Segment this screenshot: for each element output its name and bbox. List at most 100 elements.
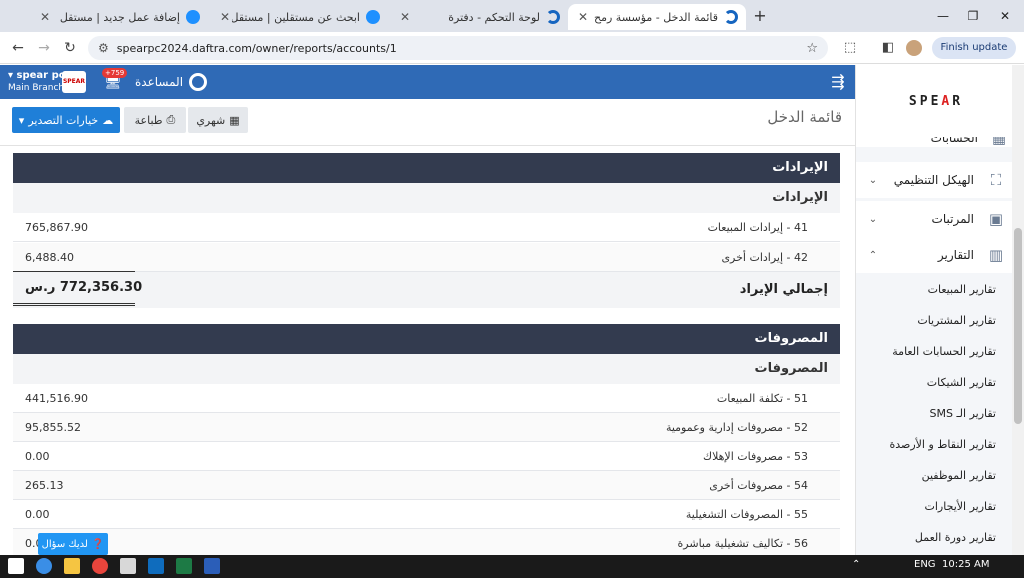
- browser-tab[interactable]: ابحث عن مستقلين | مستقل ✕: [210, 4, 388, 30]
- row-amount: 95,855.52: [25, 421, 81, 434]
- row-amount: 0.00: [25, 450, 50, 463]
- table-row[interactable]: 0.00 53 - مصروفات الإهلاك: [13, 442, 840, 471]
- table-row[interactable]: 0.00 56 - تكاليف تشغيلية مباشرة: [13, 529, 840, 558]
- ask-question-button[interactable]: ❓ لديك سؤال: [38, 533, 108, 555]
- app-icon[interactable]: [120, 558, 136, 574]
- profile-avatar[interactable]: [906, 40, 922, 56]
- sidebar-item-org-structure[interactable]: ⛶ الهيكل التنظيمي ⌄: [856, 162, 1016, 198]
- menu-toggle-icon[interactable]: ⇶: [821, 65, 855, 99]
- restore-icon[interactable]: ❐: [958, 6, 988, 26]
- new-tab-button[interactable]: +: [750, 6, 770, 26]
- export-label: خيارات التصدير: [28, 113, 99, 127]
- table-row[interactable]: 0.00 55 - المصروفات التشغيلية: [13, 500, 840, 529]
- help-button[interactable]: المساعدة: [135, 73, 208, 91]
- row-label[interactable]: 51 - تكلفة المبيعات: [717, 384, 808, 413]
- file-explorer-icon[interactable]: [64, 558, 80, 574]
- extensions-icon[interactable]: ⬚: [842, 40, 858, 56]
- sidebar-subitem-points-reports[interactable]: تقارير النقاط و الأرصدة: [856, 429, 1016, 460]
- row-label[interactable]: 54 - مصروفات أخرى: [709, 471, 808, 500]
- tray-arrow-icon[interactable]: ⌃: [852, 559, 860, 570]
- sidebar-item-reports[interactable]: ▥ التقارير ⌃: [856, 237, 1016, 273]
- row-label[interactable]: 41 - إيرادات المبيعات: [708, 213, 808, 242]
- app-header: ▾ spear pc Main Branch SPEAR 🖥 +759 المس…: [0, 65, 855, 99]
- back-icon[interactable]: ←: [8, 38, 28, 58]
- monthly-button[interactable]: ▦ شهري: [188, 107, 248, 133]
- table-row[interactable]: 765,867.90 41 - إيرادات المبيعات: [13, 213, 840, 242]
- sidebar-subitem-employee-reports[interactable]: تقارير الموظفين: [856, 460, 1016, 491]
- tab-title: ابحث عن مستقلين | مستقل: [232, 10, 360, 24]
- close-icon[interactable]: ✕: [576, 10, 590, 24]
- logo-text-tail: R: [952, 93, 964, 109]
- row-amount: 0.00: [25, 508, 50, 521]
- print-icon: ⎙: [166, 113, 176, 126]
- mostaql-icon: [186, 10, 200, 24]
- row-label[interactable]: 56 - تكاليف تشغيلية مباشرة: [678, 529, 808, 558]
- revenue-section-header: الإيرادات: [13, 153, 840, 183]
- revenue-total-amount: 772,356.30 ر.س: [25, 280, 143, 295]
- close-icon[interactable]: ✕: [398, 10, 412, 24]
- browser-tab[interactable]: لوحة التحكم - دفترة ✕: [390, 4, 568, 30]
- chrome-icon[interactable]: [92, 558, 108, 574]
- excel-icon[interactable]: [176, 558, 192, 574]
- browser-tab-active[interactable]: قائمة الدخل - مؤسسة رمح الحاس... ✕: [568, 4, 746, 30]
- url-text: spearpc2024.daftra.com/owner/reports/acc…: [116, 41, 397, 55]
- site-settings-icon[interactable]: ⚙: [98, 41, 109, 55]
- brand-name: spear pc: [16, 70, 65, 81]
- lifebuoy-icon: [189, 73, 208, 91]
- question-icon: ❓: [91, 538, 105, 550]
- word-icon[interactable]: [204, 558, 220, 574]
- sidebar-subitem-sms-reports[interactable]: تقارير الـ SMS: [856, 398, 1016, 429]
- table-row[interactable]: 265.13 54 - مصروفات أخرى: [13, 471, 840, 500]
- tab-title: قائمة الدخل - مؤسسة رمح الحاس...: [590, 10, 718, 24]
- table-row[interactable]: 95,855.52 52 - مصروفات إدارية وعمومية: [13, 413, 840, 442]
- print-button[interactable]: ⎙ طباعة: [124, 107, 186, 133]
- print-label: طباعة: [134, 113, 163, 127]
- window-close-icon[interactable]: ✕: [990, 6, 1020, 26]
- monthly-label: شهري: [196, 113, 226, 127]
- language-indicator[interactable]: ENG: [914, 559, 936, 570]
- row-label[interactable]: 42 - إيرادات أخرى: [721, 243, 808, 272]
- finish-update-button[interactable]: Finish update: [932, 37, 1016, 59]
- sidebar-item-label: التقارير: [937, 248, 974, 262]
- close-icon[interactable]: ✕: [218, 10, 232, 24]
- edge-icon[interactable]: [36, 558, 52, 574]
- logo-text-head: SPE: [908, 93, 942, 109]
- money-icon: ▣: [988, 210, 1004, 228]
- export-options-button[interactable]: ☁ خيارات التصدير ▾: [12, 107, 120, 133]
- row-label[interactable]: 53 - مصروفات الإهلاك: [703, 442, 808, 471]
- bookmark-star-icon[interactable]: ☆: [806, 41, 818, 56]
- forward-icon[interactable]: →: [34, 38, 54, 58]
- row-label[interactable]: 52 - مصروفات إدارية وعمومية: [666, 413, 808, 442]
- browser-toolbar: ← → ↻ ⚙ spearpc2024.daftra.com/owner/rep…: [0, 32, 1024, 64]
- divider: [0, 145, 855, 146]
- sidebar-subitem-ledger-reports[interactable]: تقارير الحسابات العامة: [856, 336, 1016, 367]
- address-bar[interactable]: ⚙ spearpc2024.daftra.com/owner/reports/a…: [88, 36, 828, 60]
- brand-logo: SPEAR: [62, 71, 86, 93]
- table-row[interactable]: 6,488.40 42 - إيرادات أخرى: [13, 243, 840, 272]
- sidebar-scroll-thumb[interactable]: [1014, 228, 1022, 424]
- row-label[interactable]: 55 - المصروفات التشغيلية: [686, 500, 808, 529]
- side-panel-icon[interactable]: ◧: [880, 40, 896, 56]
- branch-switcher[interactable]: ▾ spear pc Main Branch: [8, 70, 65, 94]
- reload-icon[interactable]: ↻: [60, 38, 80, 58]
- sidebar-item-accounts[interactable]: ▦ الحسابات: [856, 137, 1016, 147]
- browser-tab[interactable]: إضافة عمل جديد | مستقل ✕: [30, 4, 208, 30]
- sidebar-subitem-purchase-reports[interactable]: تقارير المشتريات: [856, 305, 1016, 336]
- sidebar-subitem-cheque-reports[interactable]: تقارير الشيكات: [856, 367, 1016, 398]
- calculator-icon: ▦: [991, 137, 1006, 147]
- sidebar-subitem-sales-reports[interactable]: تقارير المبيعات: [856, 274, 1016, 305]
- clock[interactable]: 10:25 AM: [942, 559, 989, 570]
- daftra-icon: [724, 10, 738, 24]
- sidebar-subitem-rental-reports[interactable]: تقارير الأيجارات: [856, 491, 1016, 522]
- minimize-icon[interactable]: —: [928, 6, 958, 26]
- table-row[interactable]: 441,516.90 51 - تكلفة المبيعات: [13, 384, 840, 413]
- sidebar-item-payroll[interactable]: ▣ المرتبات ⌄: [856, 201, 1016, 237]
- sidebar-subitem-workflow-reports[interactable]: تقارير دورة العمل: [856, 522, 1016, 553]
- row-amount: 765,867.90: [25, 221, 88, 234]
- windows-start-icon[interactable]: [8, 558, 24, 574]
- close-icon[interactable]: ✕: [38, 10, 52, 24]
- sidebar-logo[interactable]: SPEAR: [856, 65, 1016, 137]
- tab-title: لوحة التحكم - دفترة: [448, 10, 540, 24]
- outlook-icon[interactable]: [148, 558, 164, 574]
- branch-name: Main Branch: [8, 83, 65, 93]
